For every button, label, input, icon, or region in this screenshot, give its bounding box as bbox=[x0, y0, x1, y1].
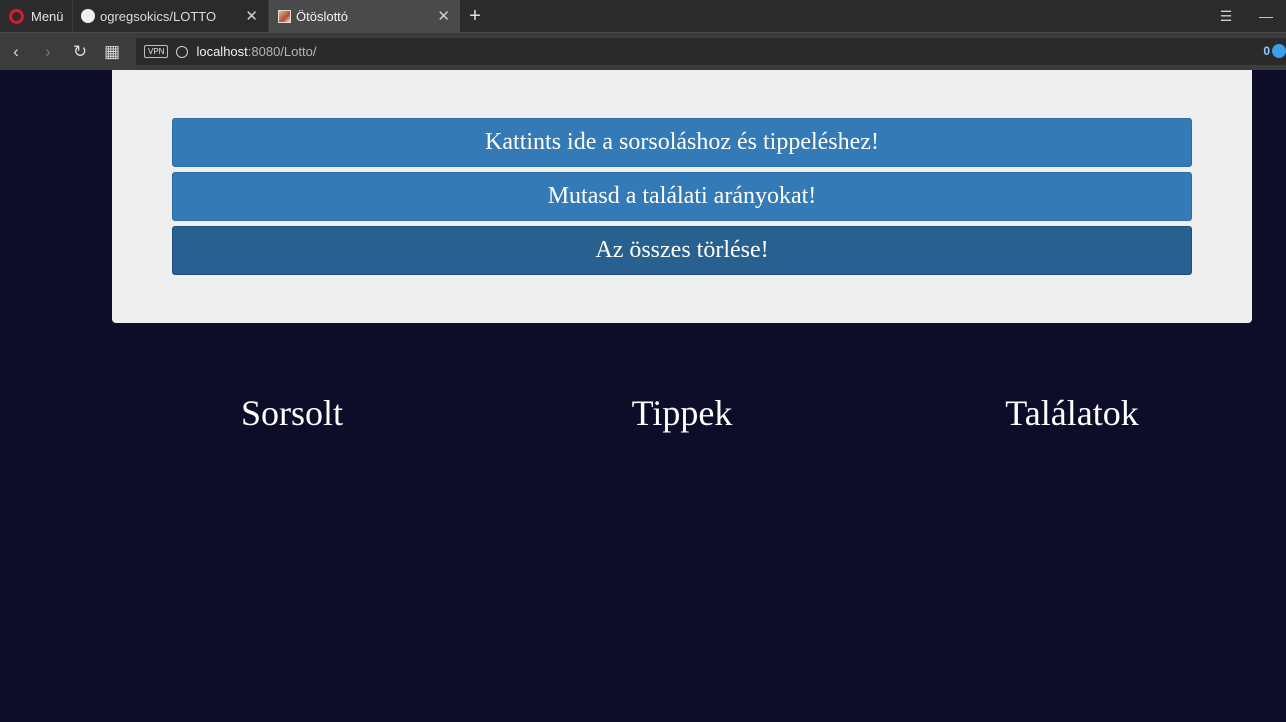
minimize-window-icon[interactable]: — bbox=[1246, 0, 1286, 32]
back-icon[interactable]: ‹ bbox=[0, 36, 32, 68]
show-hit-ratios-button[interactable]: Mutasd a találati arányokat! bbox=[172, 172, 1192, 221]
tab-menu-icon[interactable]: ☰ bbox=[1206, 0, 1246, 32]
url-path: :8080/Lotto/ bbox=[247, 44, 317, 59]
extension-icon bbox=[1272, 44, 1286, 58]
drawn-column-heading: Sorsolt bbox=[240, 393, 344, 433]
draw-and-tip-button[interactable]: Kattints ide a sorsoláshoz és tippeléshe… bbox=[172, 118, 1192, 167]
extension-badge[interactable]: 0 bbox=[1263, 44, 1286, 58]
close-icon[interactable]: ✕ bbox=[437, 7, 450, 25]
url-host: localhost bbox=[196, 44, 248, 59]
lotto-favicon-icon bbox=[277, 9, 291, 23]
opera-logo-icon bbox=[9, 8, 24, 24]
tab-lotto[interactable]: Ötöslottó ✕ bbox=[268, 0, 460, 32]
action-panel: Kattints ide a sorsoláshoz és tippeléshe… bbox=[112, 70, 1252, 323]
hits-column-heading: Találatok bbox=[1005, 393, 1139, 433]
close-icon[interactable]: ✕ bbox=[245, 7, 258, 25]
vpn-badge[interactable]: VPN bbox=[144, 45, 169, 58]
tab-title: ogregsokics/LOTTO bbox=[100, 8, 217, 24]
tab-title: Ötöslottó bbox=[296, 8, 349, 24]
new-tab-button[interactable]: + bbox=[460, 0, 490, 32]
delete-all-button[interactable]: Az összes törlése! bbox=[172, 226, 1192, 275]
browser-menu-button[interactable]: Menü bbox=[0, 0, 72, 32]
github-icon bbox=[81, 9, 95, 23]
browser-address-bar: ‹ › ↻ ▦ VPN localhost:8080/Lotto/ 0 bbox=[0, 32, 1286, 70]
tab-github[interactable]: ogregsokics/LOTTO ✕ bbox=[72, 0, 268, 32]
badge-count: 0 bbox=[1263, 44, 1270, 58]
url-field[interactable]: VPN localhost:8080/Lotto/ 0 bbox=[136, 38, 1286, 65]
reload-icon[interactable]: ↻ bbox=[64, 36, 96, 68]
browser-menu-label: Menü bbox=[31, 8, 64, 24]
browser-tab-bar: Menü ogregsokics/LOTTO ✕ Ötöslottó ✕ + ☰… bbox=[0, 0, 1286, 32]
globe-icon bbox=[176, 45, 189, 58]
forward-icon[interactable]: › bbox=[32, 36, 64, 68]
tips-column-heading: Tippek bbox=[631, 393, 733, 433]
speed-dial-icon[interactable]: ▦ bbox=[96, 36, 128, 68]
